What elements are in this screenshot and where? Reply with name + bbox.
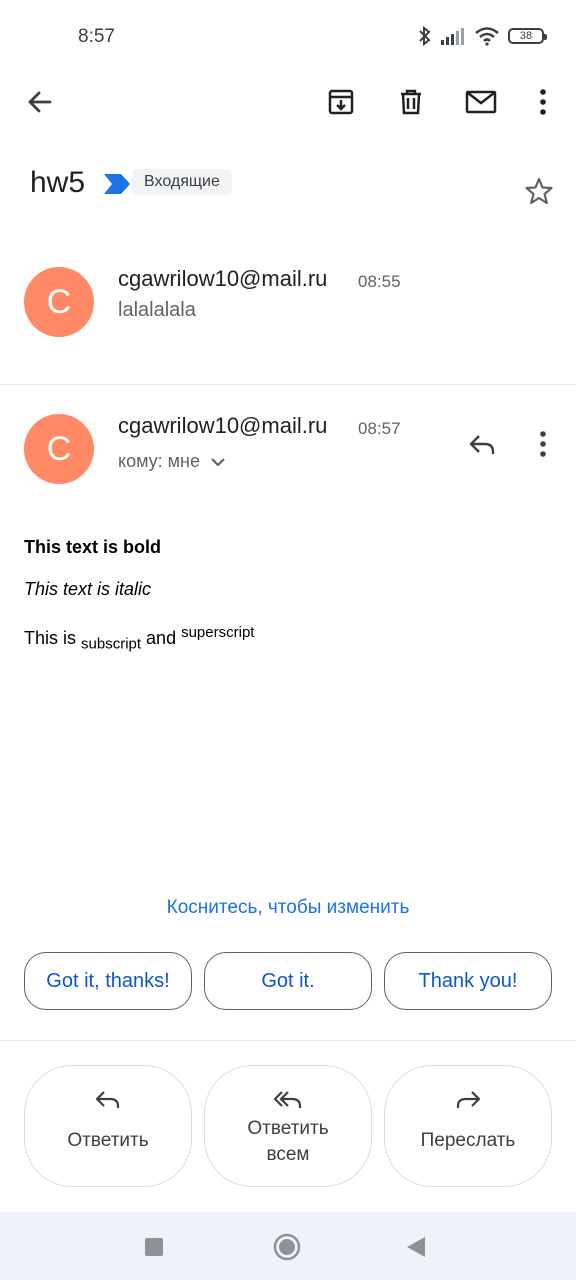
email-subject: hw5 (30, 166, 86, 199)
reply-all-label-line1: Ответить (247, 1118, 329, 1139)
signal-icon (441, 28, 464, 45)
smart-reply-button[interactable]: Got it. (204, 952, 372, 1010)
home-button[interactable] (270, 1230, 304, 1264)
chevron-down-icon (211, 457, 225, 467)
reply-all-action-button[interactable]: Ответить всем (204, 1065, 372, 1187)
home-circle-icon (273, 1233, 301, 1261)
reply-all-label-line2: всем (266, 1144, 310, 1165)
toolbar (0, 72, 576, 132)
battery-indicator: 38 (508, 28, 547, 44)
back-nav-button[interactable] (399, 1230, 433, 1264)
arrow-back-icon (28, 91, 52, 113)
delete-icon (401, 89, 421, 115)
message-time: 08:57 (358, 419, 401, 438)
reply-action-label: Ответить (67, 1130, 149, 1151)
sender-name: cgawrilow10@mail.ru (118, 413, 328, 438)
wifi-icon (475, 27, 499, 46)
star-icon (525, 177, 553, 205)
sender-name: cgawrilow10@mail.ru (118, 266, 328, 291)
recipients-toggle[interactable]: кому: мне (118, 451, 226, 472)
body-bold-text: This text is bold (24, 537, 162, 557)
message-snippet: lalalalala (118, 299, 196, 321)
avatar[interactable]: C (24, 414, 94, 484)
important-marker-icon (104, 174, 130, 194)
system-navigation-bar (0, 1212, 576, 1280)
recents-button[interactable] (137, 1230, 171, 1264)
status-bar: 8:57 38 (0, 0, 576, 72)
inbox-label-chip[interactable]: Входящие (132, 169, 232, 195)
more-options-button[interactable] (523, 82, 563, 122)
subject-row: hw5 Входящие (30, 160, 556, 220)
bluetooth-icon (419, 25, 431, 47)
mark-unread-button[interactable] (461, 82, 501, 122)
triangle-back-icon (407, 1237, 425, 1257)
divider (0, 384, 576, 385)
status-time: 8:57 (78, 26, 115, 47)
forward-icon (456, 1091, 481, 1108)
reply-all-icon (273, 1091, 302, 1108)
recipients-text: кому: мне (118, 451, 200, 471)
reply-action-button[interactable]: Ответить (24, 1065, 192, 1187)
archive-icon (328, 89, 354, 115)
body-text-middle: and (141, 628, 182, 648)
superscript-text: superscript (181, 624, 255, 641)
reply-button[interactable] (462, 424, 502, 464)
forward-action-label: Переслать (420, 1130, 516, 1151)
body-italic-text: This text is italic (24, 579, 152, 599)
divider (0, 1040, 576, 1041)
back-button[interactable] (20, 82, 60, 122)
forward-action-button[interactable]: Переслать (384, 1065, 552, 1187)
star-button[interactable] (524, 176, 556, 208)
avatar[interactable]: C (24, 267, 94, 337)
archive-button[interactable] (321, 82, 361, 122)
body-text-prefix: This is (24, 628, 82, 648)
tap-to-edit-link[interactable]: Коснитесь, чтобы изменить (0, 897, 576, 919)
body-sub-sup-line: This is subscript and superscript (24, 624, 254, 653)
message-more-button[interactable] (523, 424, 563, 464)
smart-reply-button[interactable]: Thank you! (384, 952, 552, 1010)
message-time: 08:55 (358, 272, 401, 291)
square-icon (145, 1238, 163, 1256)
more-vert-icon (540, 89, 546, 115)
reply-icon (469, 435, 495, 454)
subscript-text: subscript (81, 635, 142, 653)
status-icons: 38 (418, 24, 547, 48)
more-vert-icon (540, 431, 546, 457)
reply-icon (95, 1091, 120, 1108)
delete-button[interactable] (391, 82, 431, 122)
smart-reply-button[interactable]: Got it, thanks! (24, 952, 192, 1010)
mail-icon (465, 90, 497, 114)
